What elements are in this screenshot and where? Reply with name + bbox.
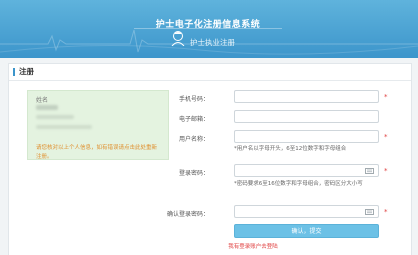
- personal-info-panel: 姓名 请您核对以上个人信息，如有错误请点击此处重新注册。: [27, 90, 169, 160]
- section-header: 注册: [9, 64, 411, 81]
- login-link[interactable]: 我有登录账户去登陆: [9, 242, 411, 250]
- required-mark: *: [384, 93, 388, 101]
- app-subtitle: 护士执业注册: [190, 38, 235, 47]
- nurse-icon: [171, 31, 185, 46]
- confirm-password-input[interactable]: [234, 205, 379, 218]
- phone-label: 手机号码：: [178, 96, 209, 103]
- name-label: 姓名: [36, 97, 49, 104]
- app-title: 护士电子化注册信息系统: [155, 20, 261, 30]
- submit-button[interactable]: 确认，提交: [234, 224, 379, 238]
- registration-page: 护士电子化注册信息系统 护士执业注册 注册 姓名 请您核对以上个人信息，如有错误…: [0, 0, 418, 255]
- username-input[interactable]: [234, 130, 379, 143]
- register-section: 注册 姓名 请您核对以上个人信息，如有错误请点击此处重新注册。 手机号码： * …: [8, 63, 412, 255]
- required-mark: *: [384, 133, 388, 141]
- required-mark: *: [384, 167, 388, 175]
- email-label: 电子邮箱：: [178, 116, 209, 123]
- password-label: 登录密码：: [178, 170, 209, 177]
- required-mark: *: [384, 208, 388, 216]
- password-hint: *密码要求6至16位数字和字母组合，密码区分大小写: [234, 181, 363, 187]
- verify-info-note[interactable]: 请您核对以上个人信息，如有错误请点击此处重新注册。: [36, 144, 160, 162]
- section-accent-bar: [13, 68, 15, 76]
- redacted-line: [36, 125, 92, 129]
- redacted-line: [36, 115, 74, 119]
- keyboard-icon[interactable]: [365, 209, 374, 215]
- phone-input[interactable]: [234, 90, 379, 103]
- title-underline: 护士电子化注册信息系统: [134, 12, 282, 30]
- password-input[interactable]: [234, 164, 379, 177]
- section-title: 注册: [19, 67, 34, 76]
- username-hint: *用户名以字母开头，6至12位数字和字母组合: [234, 146, 347, 152]
- confirm-password-label: 确认登录密码：: [166, 211, 209, 218]
- username-label: 用户名称：: [178, 136, 209, 143]
- subtitle-group: 护士执业注册: [150, 31, 270, 52]
- redacted-name: [36, 105, 58, 110]
- header-banner: 护士电子化注册信息系统 护士执业注册: [0, 0, 418, 58]
- keyboard-icon[interactable]: [365, 168, 374, 174]
- email-input[interactable]: [234, 110, 379, 123]
